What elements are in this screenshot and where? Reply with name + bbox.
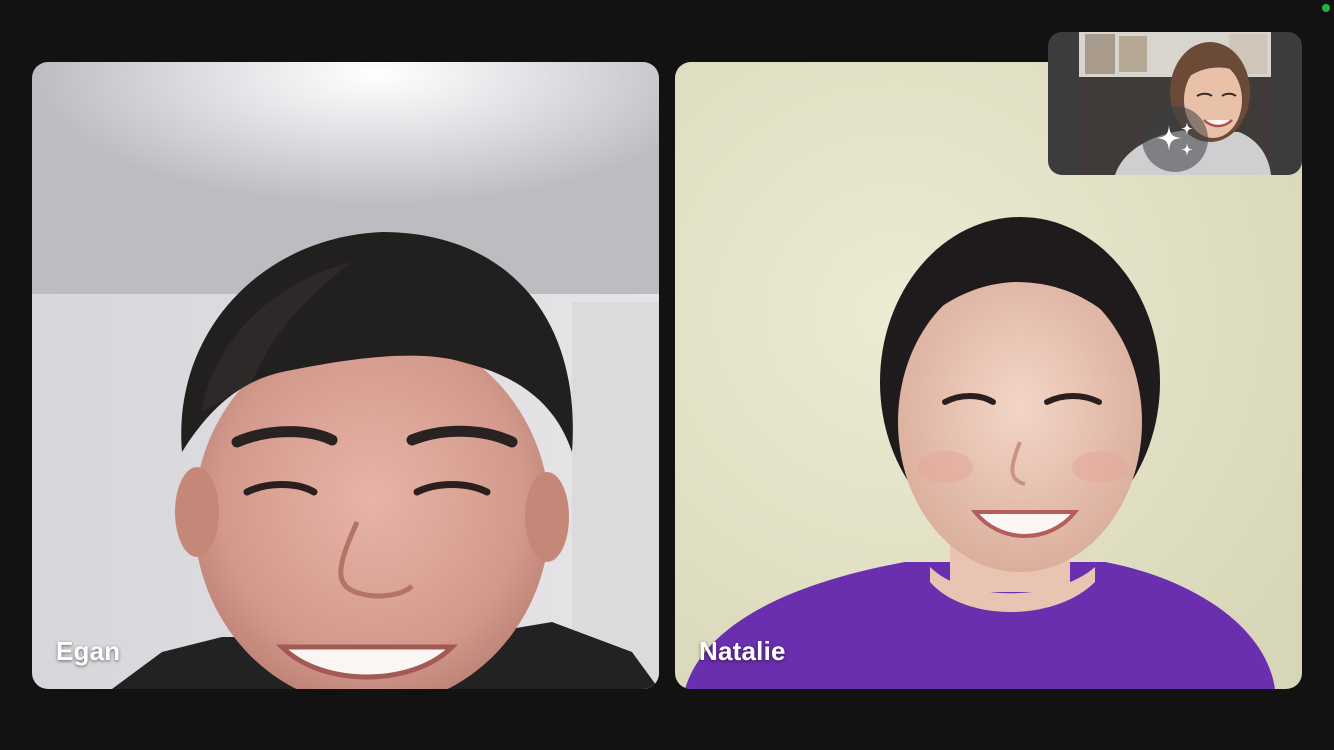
self-view-tile[interactable] [1048, 32, 1302, 175]
sparkle-icon [1156, 122, 1193, 156]
participant-video-egan [32, 62, 659, 689]
status-indicator [1322, 4, 1330, 12]
participant-name-label: Egan [56, 636, 121, 666]
meeting-stage: Egan Natalie [0, 0, 1334, 750]
participant-name-label: Natalie [699, 636, 786, 666]
visual-effects-button[interactable] [1142, 106, 1208, 172]
participant-tile-egan[interactable]: Egan [32, 62, 659, 689]
